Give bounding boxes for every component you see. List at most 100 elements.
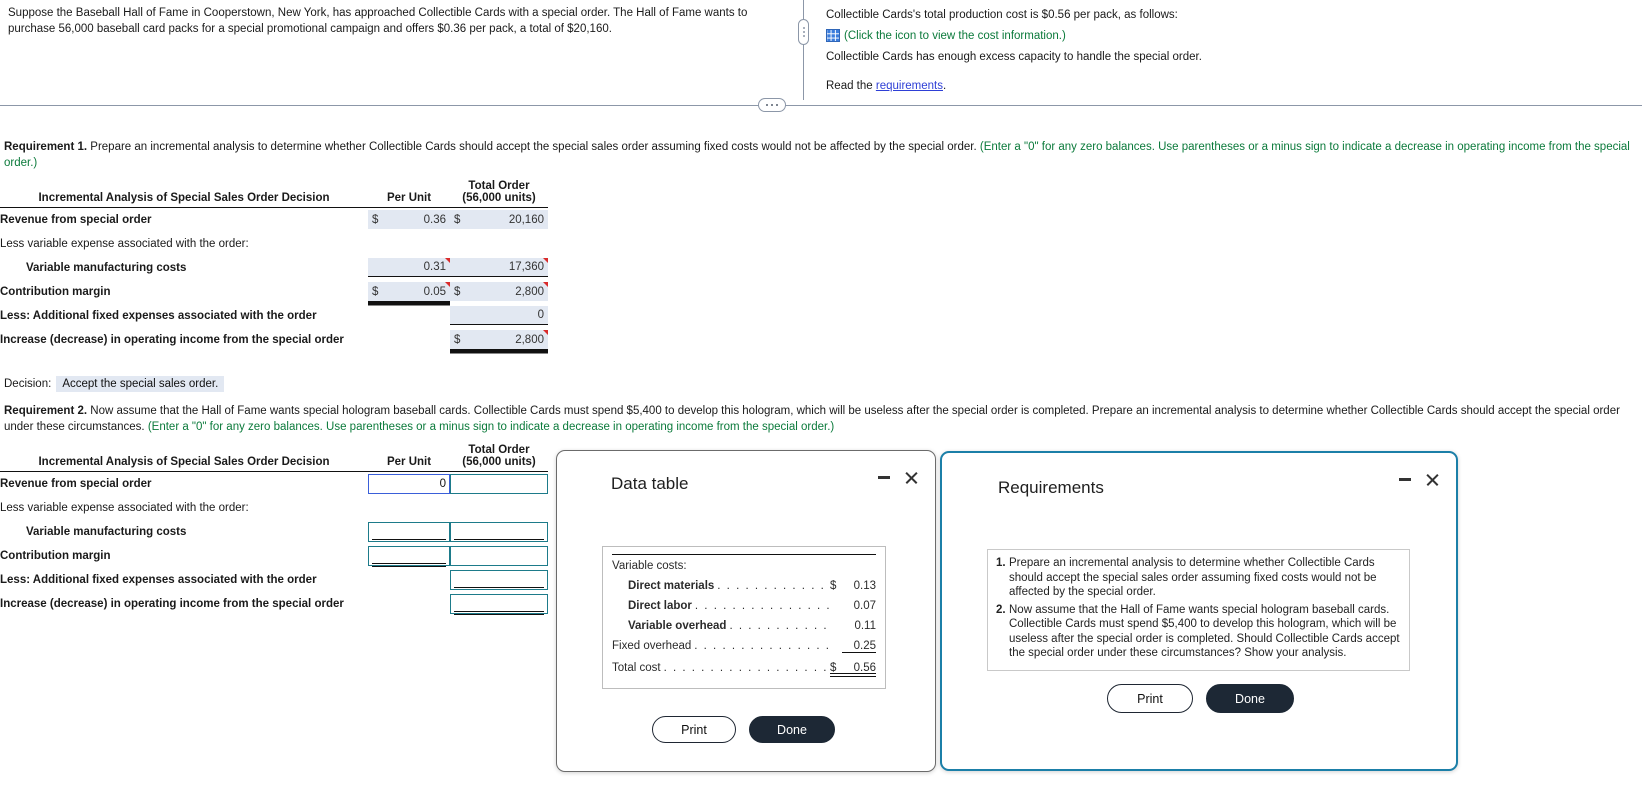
table-row: Increase (decrease) in operating income … <box>0 328 548 352</box>
contribution-margin-total-input[interactable] <box>451 549 547 562</box>
table1-row0-label: Revenue from special order <box>0 213 152 226</box>
data-table-modal[interactable]: Data table Variable costs: Direct materi… <box>556 450 936 772</box>
table2-row2-label: Variable manufacturing costs <box>26 525 187 538</box>
table1-total-order-header: Total Order <box>468 180 530 192</box>
requirement-1-body: Prepare an incremental analysis to deter… <box>87 141 980 153</box>
data-table-window-controls <box>878 470 919 485</box>
leader-dots: . . . . . . . . . . . . . . <box>717 580 830 592</box>
read-requirements-line: Read the requirements. <box>826 76 1616 96</box>
cost-info-link-text[interactable]: (Click the icon to view the cost informa… <box>844 30 1066 42</box>
table1-row2-label: Variable manufacturing costs <box>26 261 187 274</box>
table2-row5-total-cell <box>450 592 548 616</box>
table-grid-icon[interactable] <box>826 29 840 42</box>
table2-row0-total-input-wrap[interactable] <box>450 473 548 494</box>
table1-perunit-header: Per Unit <box>386 192 432 204</box>
table2-row5-total-input-wrap[interactable] <box>450 593 548 614</box>
table2-row2-perunit-cell <box>368 520 450 544</box>
table1-row0-perunit-value: $ 0.36 <box>368 210 450 230</box>
table1-row5-label: Increase (decrease) in operating income … <box>0 333 344 346</box>
table2-total-order-header: Total Order <box>468 444 530 456</box>
table1-row1-total-cell <box>450 232 548 256</box>
leader-dots: . . . . . . . . . . . <box>729 620 829 632</box>
table2-row0-perunit-input-wrap[interactable] <box>368 473 450 494</box>
leader-dots: . . . . . . . . . . . . . . . . . . . . … <box>663 662 830 674</box>
cost-info-icon-line: (Click the icon to view the cost informa… <box>826 26 1616 46</box>
requirements-button-row: Print Done <box>1107 684 1294 713</box>
operating-income-total-input[interactable] <box>451 597 547 610</box>
requirement-text: Prepare an incremental analysis to deter… <box>1009 557 1377 598</box>
data-table-heading: Variable costs: <box>612 560 687 572</box>
data-table-print-button[interactable]: Print <box>652 716 736 743</box>
requirement-1-label: Requirement 1. <box>4 141 88 153</box>
table2-row2-total-input-wrap[interactable] <box>450 521 548 542</box>
horizontal-divider-grip[interactable] <box>758 98 786 112</box>
table2-row3-label: Contribution margin <box>0 549 111 562</box>
amount: 0.31 <box>423 261 446 273</box>
table-row: Revenue from special order <box>0 472 548 496</box>
data-table-panel: Variable costs: Direct materials . . . .… <box>602 546 886 689</box>
requirement-number: 2. <box>996 603 1006 616</box>
table1-row5-total-value: $ 2,800 <box>450 330 548 349</box>
table2-row4-total-input-wrap[interactable] <box>450 569 548 590</box>
requirement-2-text: Requirement 2. Now assume that the Hall … <box>4 404 1638 435</box>
table2-row1-perunit-cell <box>368 496 450 520</box>
dollar-sign: $ <box>372 285 379 298</box>
list-item: 1. Prepare an incremental analysis to de… <box>996 556 1401 600</box>
table1-row3-label: Contribution margin <box>0 285 111 298</box>
table1-row3-perunit-cell: $ 0.05 <box>368 280 450 304</box>
varmfg-per-unit-input[interactable] <box>369 525 449 538</box>
fixed-expenses-total-input[interactable] <box>451 573 547 586</box>
line-label: Total cost <box>612 662 661 674</box>
table2-row3-total-input-wrap[interactable] <box>450 545 548 566</box>
requirements-modal-title: Requirements <box>998 478 1104 497</box>
table2-totalunits-header: (56,000 units) <box>462 456 536 468</box>
contribution-margin-per-unit-input[interactable] <box>369 549 449 562</box>
data-table-line: Direct materials . . . . . . . . . . . .… <box>612 580 876 600</box>
table2-row1-total-cell <box>450 496 548 520</box>
table-row: Variable manufacturing costs <box>0 520 548 544</box>
table2-row2-perunit-input-wrap[interactable] <box>368 521 450 542</box>
requirement-2-label: Requirement 2. <box>4 405 88 417</box>
close-icon[interactable] <box>904 470 919 485</box>
table2-row4-label: Less: Additional fixed expenses associat… <box>0 573 317 586</box>
dollar-sign: $ <box>830 662 842 677</box>
table-row: Less: Additional fixed expenses associat… <box>0 568 548 592</box>
table2-header-row-1: Total Order <box>0 444 548 456</box>
amount: 0.05 <box>423 285 446 298</box>
revenue-per-unit-input[interactable] <box>369 477 449 490</box>
table2-main-header: Incremental Analysis of Special Sales Or… <box>38 456 330 468</box>
table-row: Contribution margin $ 0.05 $ 2,800 <box>0 280 548 304</box>
page-root: Suppose the Baseball Hall of Fame in Coo… <box>0 0 1642 794</box>
minimize-icon[interactable] <box>1399 478 1411 481</box>
table1-row5-perunit-cell <box>368 328 450 352</box>
table-row: Revenue from special order $ 0.36 $ 20,1… <box>0 208 548 232</box>
table1-header-row-2: Incremental Analysis of Special Sales Or… <box>0 192 548 208</box>
data-table-line: Direct labor . . . . . . . . . . . . . .… <box>612 600 876 620</box>
table1-row4-perunit-cell <box>368 304 450 328</box>
table-row: Variable manufacturing costs 0.31 17,360 <box>0 256 548 280</box>
varmfg-total-input[interactable] <box>451 525 547 538</box>
requirement-text: Now assume that the Hall of Fame wants s… <box>1009 603 1400 660</box>
minimize-icon[interactable] <box>878 476 890 479</box>
table-row: Contribution margin <box>0 544 548 568</box>
requirements-print-button[interactable]: Print <box>1107 684 1193 713</box>
revenue-total-input[interactable] <box>451 477 547 490</box>
vertical-divider-grip[interactable] <box>798 19 809 45</box>
requirements-link[interactable]: requirements <box>876 80 943 92</box>
table1-row5-total-cell: $ 2,800 <box>450 328 548 352</box>
amount: 0.13 <box>853 580 876 592</box>
amount: 17,360 <box>508 261 544 273</box>
data-table-line: Variable overhead . . . . . . . . . . . … <box>612 620 876 640</box>
requirement-number: 1. <box>996 557 1006 569</box>
table2-row3-perunit-input-wrap[interactable] <box>368 545 450 566</box>
requirements-modal[interactable]: Requirements 1. Prepare an incremental a… <box>940 451 1458 771</box>
vertical-divider <box>803 0 804 100</box>
close-icon[interactable] <box>1425 472 1440 487</box>
decision-value[interactable]: Accept the special sales order. <box>56 376 225 392</box>
data-table-done-button[interactable]: Done <box>749 716 835 743</box>
read-suffix: . <box>943 80 947 92</box>
requirements-done-button[interactable]: Done <box>1206 684 1294 713</box>
table2-row5-perunit-cell <box>368 592 450 616</box>
horizontal-divider <box>0 105 1642 106</box>
requirements-list: 1. Prepare an incremental analysis to de… <box>996 556 1401 661</box>
